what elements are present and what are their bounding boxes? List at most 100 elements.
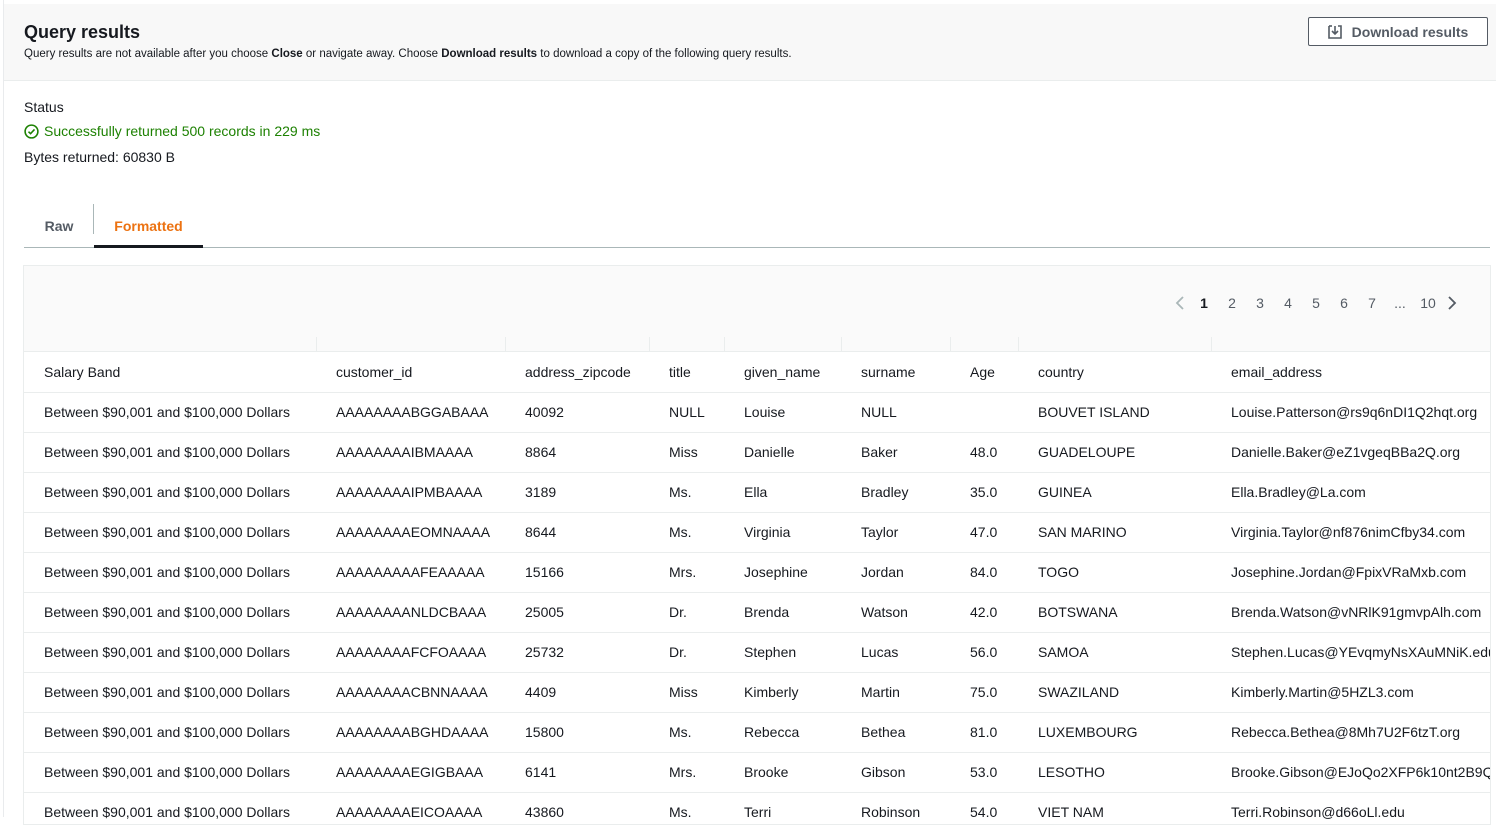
chevron-right-icon — [1448, 296, 1457, 310]
table-cell: LUXEMBOURG — [1018, 712, 1211, 753]
table-header-row: Salary Band customer_id address_zipcode … — [24, 352, 1490, 393]
column-header[interactable]: surname — [841, 352, 950, 393]
table-cell: Ella.Bradley@La.com — [1211, 472, 1490, 513]
table-cell: Martin — [841, 672, 950, 713]
table-cell: 25005 — [505, 592, 649, 633]
page-7[interactable]: 7 — [1358, 295, 1386, 311]
page-10[interactable]: 10 — [1414, 295, 1442, 311]
col-resize-handle[interactable] — [649, 337, 650, 351]
table-cell: Baker — [841, 432, 950, 473]
table-cell: 43860 — [505, 792, 649, 824]
table-cell: BOTSWANA — [1018, 592, 1211, 633]
column-header[interactable]: email_address — [1211, 352, 1490, 393]
table-cell: Watson — [841, 592, 950, 633]
col-resize-handle[interactable] — [1018, 337, 1019, 351]
col-resize-handle[interactable] — [505, 337, 506, 351]
table-body: Between $90,001 and $100,000 Dollars AAAA… — [24, 392, 1490, 824]
table-cell: 48.0 — [950, 432, 1018, 473]
column-header[interactable]: title — [649, 352, 724, 393]
table-cell: 8864 — [505, 432, 649, 473]
column-header[interactable]: customer_id — [316, 352, 505, 393]
bytes-returned: Bytes returned: 60830 B — [24, 149, 175, 165]
table-cell: Josephine.Jordan@FpixVRaMxb.com — [1211, 552, 1490, 593]
table-cell: 4409 — [505, 672, 649, 713]
col-resize-handle[interactable] — [1211, 337, 1212, 351]
tab-formatted[interactable]: Formatted — [94, 204, 203, 247]
table-cell: AAAAAAAAEGIGBAAA — [316, 752, 505, 793]
table-cell: 81.0 — [950, 712, 1018, 753]
table-cell: Dr. — [649, 592, 724, 633]
table-row: Between $90,001 and $100,000 Dollars AAAA… — [24, 592, 1490, 633]
table-row: Between $90,001 and $100,000 Dollars AAAA… — [24, 712, 1490, 753]
column-header[interactable]: Salary Band — [24, 352, 316, 393]
table-cell: Louise.Patterson@rs9q6nDI1Q2hqt.org — [1211, 392, 1490, 433]
next-page-button[interactable] — [1442, 295, 1462, 311]
table-row: Between $90,001 and $100,000 Dollars AAAA… — [24, 432, 1490, 473]
table-cell: Between $90,001 and $100,000 Dollars — [24, 432, 316, 473]
table-cell: Between $90,001 and $100,000 Dollars — [24, 672, 316, 713]
col-resize-handle[interactable] — [724, 337, 725, 351]
column-header[interactable]: country — [1018, 352, 1211, 393]
table-cell: Bradley — [841, 472, 950, 513]
column-header[interactable]: address_zipcode — [505, 352, 649, 393]
desc-close-word: Close — [271, 48, 303, 60]
tab-raw[interactable]: Raw — [24, 204, 94, 247]
table-cell: 84.0 — [950, 552, 1018, 593]
results-table: Salary Band customer_id address_zipcode … — [24, 352, 1490, 824]
col-resize-handle[interactable] — [316, 337, 317, 351]
table-cell: BOUVET ISLAND — [1018, 392, 1211, 433]
col-resize-handle[interactable] — [950, 337, 951, 351]
check-circle-icon — [24, 123, 39, 139]
table-cell: Ms. — [649, 472, 724, 513]
page-2[interactable]: 2 — [1218, 295, 1246, 311]
page-4[interactable]: 4 — [1274, 295, 1302, 311]
results-tabs: Raw Formatted — [24, 204, 1490, 248]
table-cell: Dr. — [649, 632, 724, 673]
table-cell: Stephen.Lucas@YEvqmyNsXAuMNiK.edu — [1211, 632, 1490, 673]
table-cell: 40092 — [505, 392, 649, 433]
table-cell: AAAAAAAANLDCBAAA — [316, 592, 505, 633]
left-border — [3, 0, 4, 817]
column-header[interactable]: Age — [950, 352, 1018, 393]
table-row: Between $90,001 and $100,000 Dollars AAAA… — [24, 752, 1490, 793]
table-cell: Ms. — [649, 792, 724, 824]
page-1[interactable]: 1 — [1190, 295, 1218, 311]
desc-text-3: to download a copy of the following quer… — [537, 48, 792, 60]
table-cell: Rebecca.Bethea@8Mh7U2F6tzT.org — [1211, 712, 1490, 753]
desc-text-2: or navigate away. Choose — [302, 48, 442, 60]
table-cell: 15800 — [505, 712, 649, 753]
table-cell: 8644 — [505, 512, 649, 553]
desc-download-word: Download results — [441, 48, 538, 60]
download-results-button[interactable]: Download results — [1308, 17, 1488, 46]
results-table-panel: 1 2 3 4 5 6 7 ... 10 Salary Band custome… — [23, 265, 1491, 825]
table-cell: TOGO — [1018, 552, 1211, 593]
page-3[interactable]: 3 — [1246, 295, 1274, 311]
table-row: Between $90,001 and $100,000 Dollars AAAA… — [24, 672, 1490, 713]
table-cell: Miss — [649, 432, 724, 473]
table-cell — [950, 392, 1018, 433]
table-cell: Between $90,001 and $100,000 Dollars — [24, 592, 316, 633]
table-cell: 3189 — [505, 472, 649, 513]
table-row: Between $90,001 and $100,000 Dollars AAAA… — [24, 632, 1490, 673]
download-icon — [1327, 24, 1342, 39]
table-cell: Kimberly — [724, 672, 841, 713]
table-cell: Between $90,001 and $100,000 Dollars — [24, 712, 316, 753]
table-cell: 75.0 — [950, 672, 1018, 713]
table-cell: Brooke.Gibson@EJoQo2XFP6k10nt2B9Q — [1211, 752, 1490, 793]
table-cell: AAAAAAAABGHDAAAA — [316, 712, 505, 753]
table-cell: Terri.Robinson@d66oLl.edu — [1211, 792, 1490, 824]
status-success: Successfully returned 500 records in 229… — [24, 123, 320, 139]
query-results-header: Query results Query results are not avai… — [4, 4, 1496, 81]
table-cell: Between $90,001 and $100,000 Dollars — [24, 752, 316, 793]
table-cell: 47.0 — [950, 512, 1018, 553]
page-5[interactable]: 5 — [1302, 295, 1330, 311]
column-header[interactable]: given_name — [724, 352, 841, 393]
active-tab-indicator — [94, 245, 203, 248]
table-row: Between $90,001 and $100,000 Dollars AAAA… — [24, 792, 1490, 824]
page-title: Query results — [24, 22, 141, 42]
table-cell: AAAAAAAAAFEAAAAA — [316, 552, 505, 593]
page-6[interactable]: 6 — [1330, 295, 1358, 311]
previous-page-button[interactable] — [1170, 295, 1190, 311]
table-cell: Rebecca — [724, 712, 841, 753]
col-resize-handle[interactable] — [841, 337, 842, 351]
